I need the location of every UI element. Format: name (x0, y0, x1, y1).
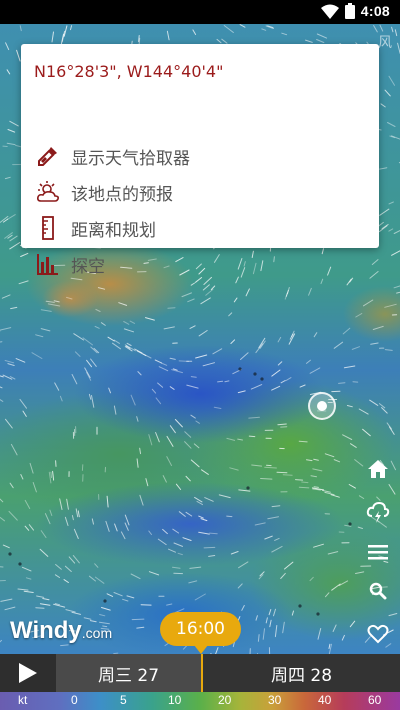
legend-tick: 20 (218, 693, 232, 707)
heart-icon (367, 624, 389, 644)
legend-tick: 40 (318, 693, 332, 707)
menu-item-distance[interactable]: 距离和规划 (35, 213, 156, 243)
ruler-icon (35, 215, 61, 241)
search-icon (369, 582, 387, 600)
timeline-day-thursday[interactable]: 周四 28 (203, 654, 400, 692)
wifi-icon (320, 4, 339, 19)
timeline-day-wednesday[interactable]: 周三 27 (56, 654, 201, 692)
status-bar: 4:08 (0, 0, 400, 24)
search-button[interactable] (364, 577, 392, 605)
menu-icon (368, 545, 388, 560)
menu-button[interactable] (364, 538, 392, 566)
legend-tick: 60 (368, 693, 382, 707)
battery-icon (344, 3, 355, 19)
windy-logo[interactable]: Windy.com (10, 617, 112, 645)
popup-coordinates: N16°28'3", W144°40'4" (34, 62, 224, 81)
menu-item-label: 距离和规划 (71, 220, 156, 241)
location-context-popup: N16°28'3", W144°40'4" 显示天气拾取器 该地点的预报 距离和… (21, 44, 379, 277)
play-icon (19, 663, 37, 683)
menu-item-weather-picker[interactable]: 显示天气拾取器 (35, 141, 190, 171)
legend-tick: 10 (168, 693, 182, 707)
picker-icon (35, 143, 61, 169)
menu-item-label: 探空 (71, 256, 105, 277)
wind-speed-legend: kt 0 5 10 20 30 40 60 (0, 692, 400, 710)
legend-tick: 0 (71, 693, 78, 707)
cloud-lightning-icon (366, 501, 390, 523)
menu-item-sounding[interactable]: 探空 (35, 249, 105, 279)
menu-item-label: 该地点的预报 (71, 184, 173, 205)
home-icon (368, 460, 388, 478)
legend-unit: kt (18, 693, 28, 707)
play-button[interactable] (0, 654, 56, 692)
layer-label: 风 (378, 35, 392, 51)
location-marker[interactable] (308, 392, 336, 420)
weather-forecast-icon (35, 179, 61, 205)
weather-layer-button[interactable] (364, 498, 392, 526)
legend-tick: 30 (268, 693, 282, 707)
legend-tick: 5 (120, 693, 127, 707)
favorites-button[interactable] (364, 620, 392, 648)
time-bubble[interactable]: 16:00 (160, 612, 241, 654)
status-time: 4:08 (360, 3, 390, 19)
home-button[interactable] (364, 455, 392, 483)
menu-item-label: 显示天气拾取器 (71, 148, 190, 169)
bar-chart-icon (35, 251, 61, 277)
menu-item-forecast[interactable]: 该地点的预报 (35, 177, 173, 207)
timeline-bar[interactable]: 周三 27 周四 28 (0, 654, 400, 692)
